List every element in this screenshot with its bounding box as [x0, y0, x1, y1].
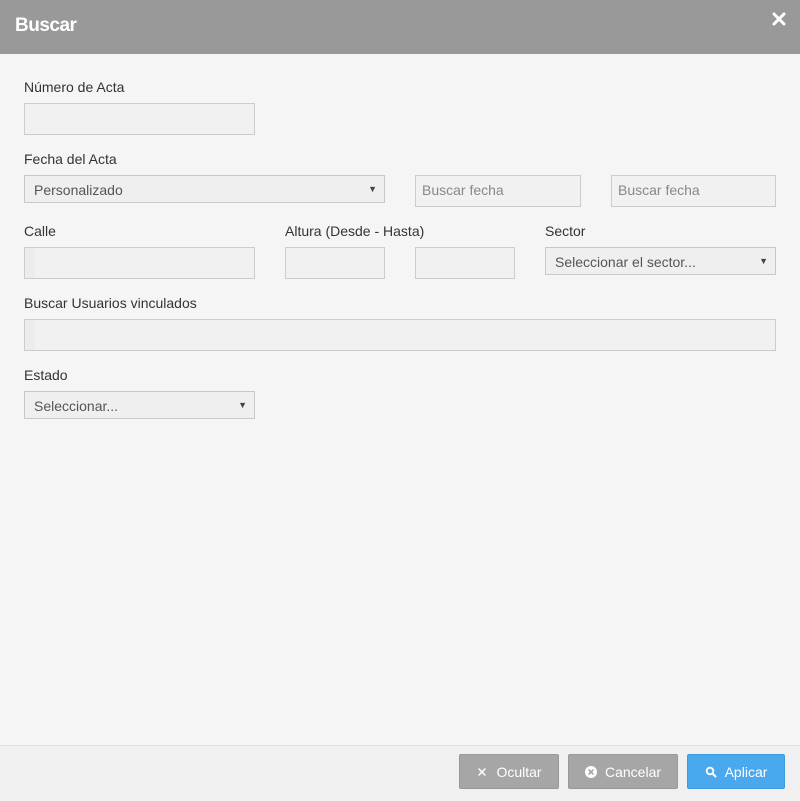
numero-acta-input[interactable] — [24, 103, 255, 135]
fecha-acta-selected: Personalizado — [34, 182, 123, 198]
cancel-circle-icon — [584, 765, 597, 778]
fecha-acta-label: Fecha del Acta — [24, 151, 117, 167]
sector-select[interactable]: Seleccionar el sector... ▼ — [545, 247, 776, 275]
chevron-down-icon: ▼ — [759, 256, 768, 266]
close-icon — [476, 766, 488, 778]
calle-input[interactable] — [24, 247, 255, 279]
estado-selected: Seleccionar... — [34, 398, 119, 414]
calle-input-edge — [25, 248, 35, 278]
sector-selected: Seleccionar el sector... — [555, 254, 696, 270]
estado-label: Estado — [24, 367, 68, 383]
usuarios-input-edge — [25, 320, 35, 350]
close-icon[interactable] — [772, 12, 786, 26]
fecha-desde-input[interactable]: Buscar fecha — [415, 175, 581, 207]
usuarios-input[interactable] — [24, 319, 776, 351]
chevron-down-icon: ▼ — [368, 184, 377, 194]
usuarios-label: Buscar Usuarios vinculados — [24, 295, 197, 311]
estado-select[interactable]: Seleccionar... ▼ — [24, 391, 255, 419]
sector-label: Sector — [545, 223, 586, 239]
fecha-desde-placeholder: Buscar fecha — [422, 182, 504, 198]
numero-acta-label: Número de Acta — [24, 79, 125, 95]
altura-hasta-input[interactable] — [415, 247, 515, 279]
apply-label: Aplicar — [724, 763, 768, 780]
ocultar-label: Ocultar — [496, 763, 542, 780]
altura-desde-input[interactable] — [285, 247, 385, 279]
cancel-button[interactable]: Cancelar — [568, 754, 678, 789]
ocultar-button[interactable]: Ocultar — [459, 754, 559, 789]
calle-label: Calle — [24, 223, 56, 239]
dialog-footer — [0, 745, 800, 801]
fecha-hasta-placeholder: Buscar fecha — [618, 182, 700, 198]
fecha-acta-select[interactable]: Personalizado ▼ — [24, 175, 385, 203]
fecha-hasta-input[interactable]: Buscar fecha — [611, 175, 776, 207]
search-icon — [705, 766, 717, 778]
cancel-label: Cancelar — [604, 763, 662, 780]
altura-label: Altura (Desde - Hasta) — [285, 223, 425, 239]
chevron-down-icon: ▼ — [238, 400, 247, 410]
dialog-header: Buscar — [0, 0, 800, 54]
dialog-title: Buscar — [15, 15, 77, 36]
apply-button[interactable]: Aplicar — [687, 754, 785, 789]
